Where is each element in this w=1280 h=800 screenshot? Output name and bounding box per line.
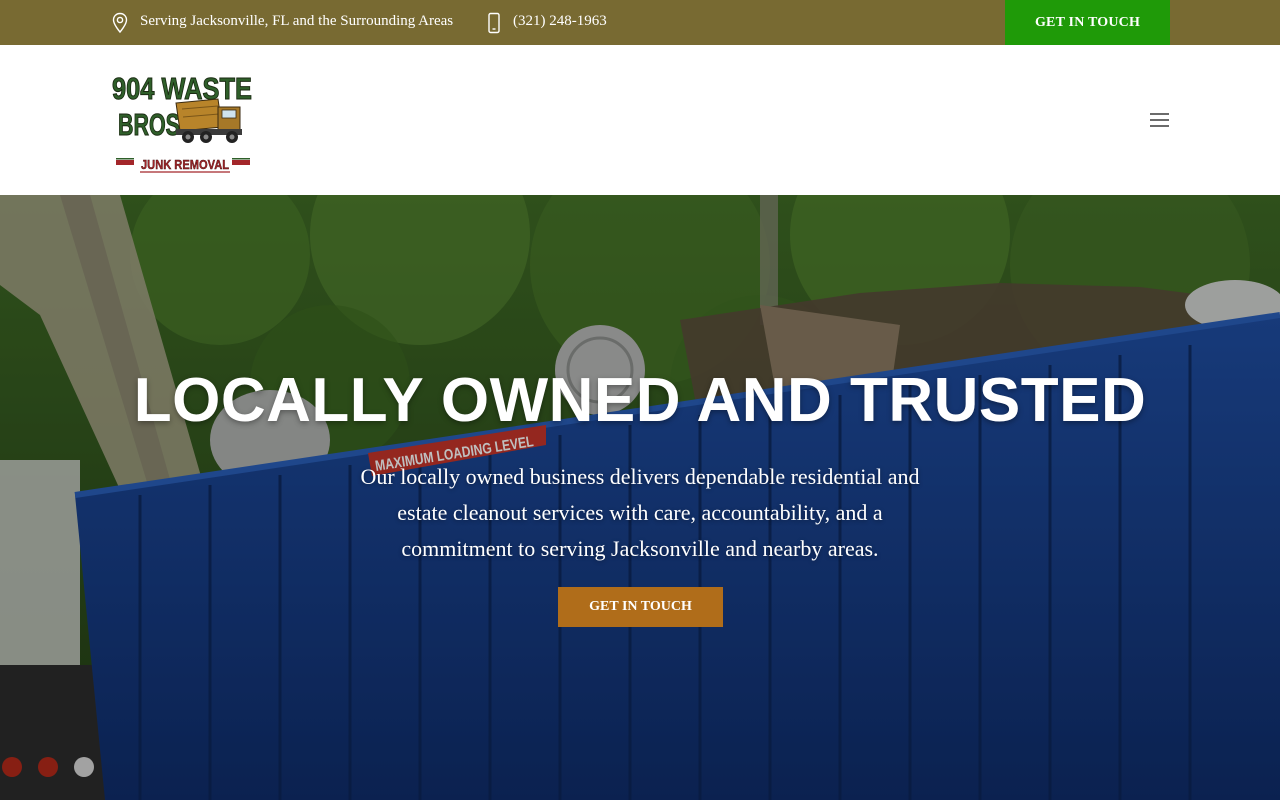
service-area-text: Serving Jacksonville, FL and the Surroun… <box>140 13 454 29</box>
hero-subtitle: Our locally owned business delivers depe… <box>360 464 920 561</box>
hero-title: LOCALLY OWNED AND TRUSTED <box>133 366 1147 435</box>
hamburger-menu-icon[interactable] <box>1148 111 1172 129</box>
get-in-touch-button-top[interactable]: GET IN TOUCH <box>1005 0 1170 45</box>
phone-number-link[interactable]: (321) 248-1963 <box>513 13 607 30</box>
map-pin-icon <box>112 12 128 34</box>
hero-section: MAXIMUM LOADING LEVEL LOCALLY OWNED AND … <box>0 195 1280 800</box>
top-bar: Serving Jacksonville, FL and the Surroun… <box>0 0 1280 45</box>
svg-text:904 WASTE: 904 WASTE <box>112 71 252 106</box>
get-in-touch-button-hero[interactable]: GET IN TOUCH <box>558 587 723 627</box>
svg-text:JUNK REMOVAL: JUNK REMOVAL <box>141 157 229 172</box>
svg-text:BROS: BROS <box>118 107 180 142</box>
company-logo[interactable]: 904 WASTE BROS JUNK REMOVAL <box>110 65 255 177</box>
mobile-phone-icon <box>488 12 500 34</box>
site-header: 904 WASTE BROS JUNK REMOVAL <box>0 45 1280 195</box>
